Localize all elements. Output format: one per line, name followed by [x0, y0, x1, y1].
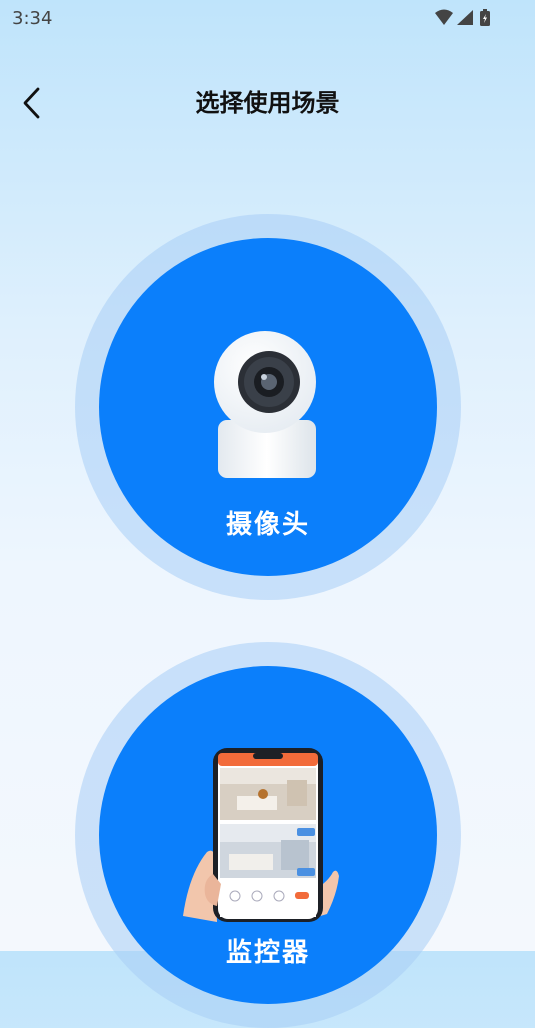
page-title: 选择使用场景: [195, 89, 340, 117]
security-camera-icon: [213, 330, 325, 480]
status-time: 3:34: [12, 8, 53, 29]
scene-card-monitor[interactable]: 监控器: [75, 642, 461, 1028]
signal-icon: [457, 10, 473, 25]
battery-icon: [480, 9, 490, 26]
status-bar: 3:34: [0, 0, 535, 36]
scene-label: 摄像头: [225, 510, 310, 540]
phone-monitor-icon: [177, 744, 357, 922]
wifi-icon: [435, 9, 453, 25]
scene-card-camera[interactable]: 摄像头: [75, 214, 461, 600]
status-icons: [433, 8, 495, 28]
